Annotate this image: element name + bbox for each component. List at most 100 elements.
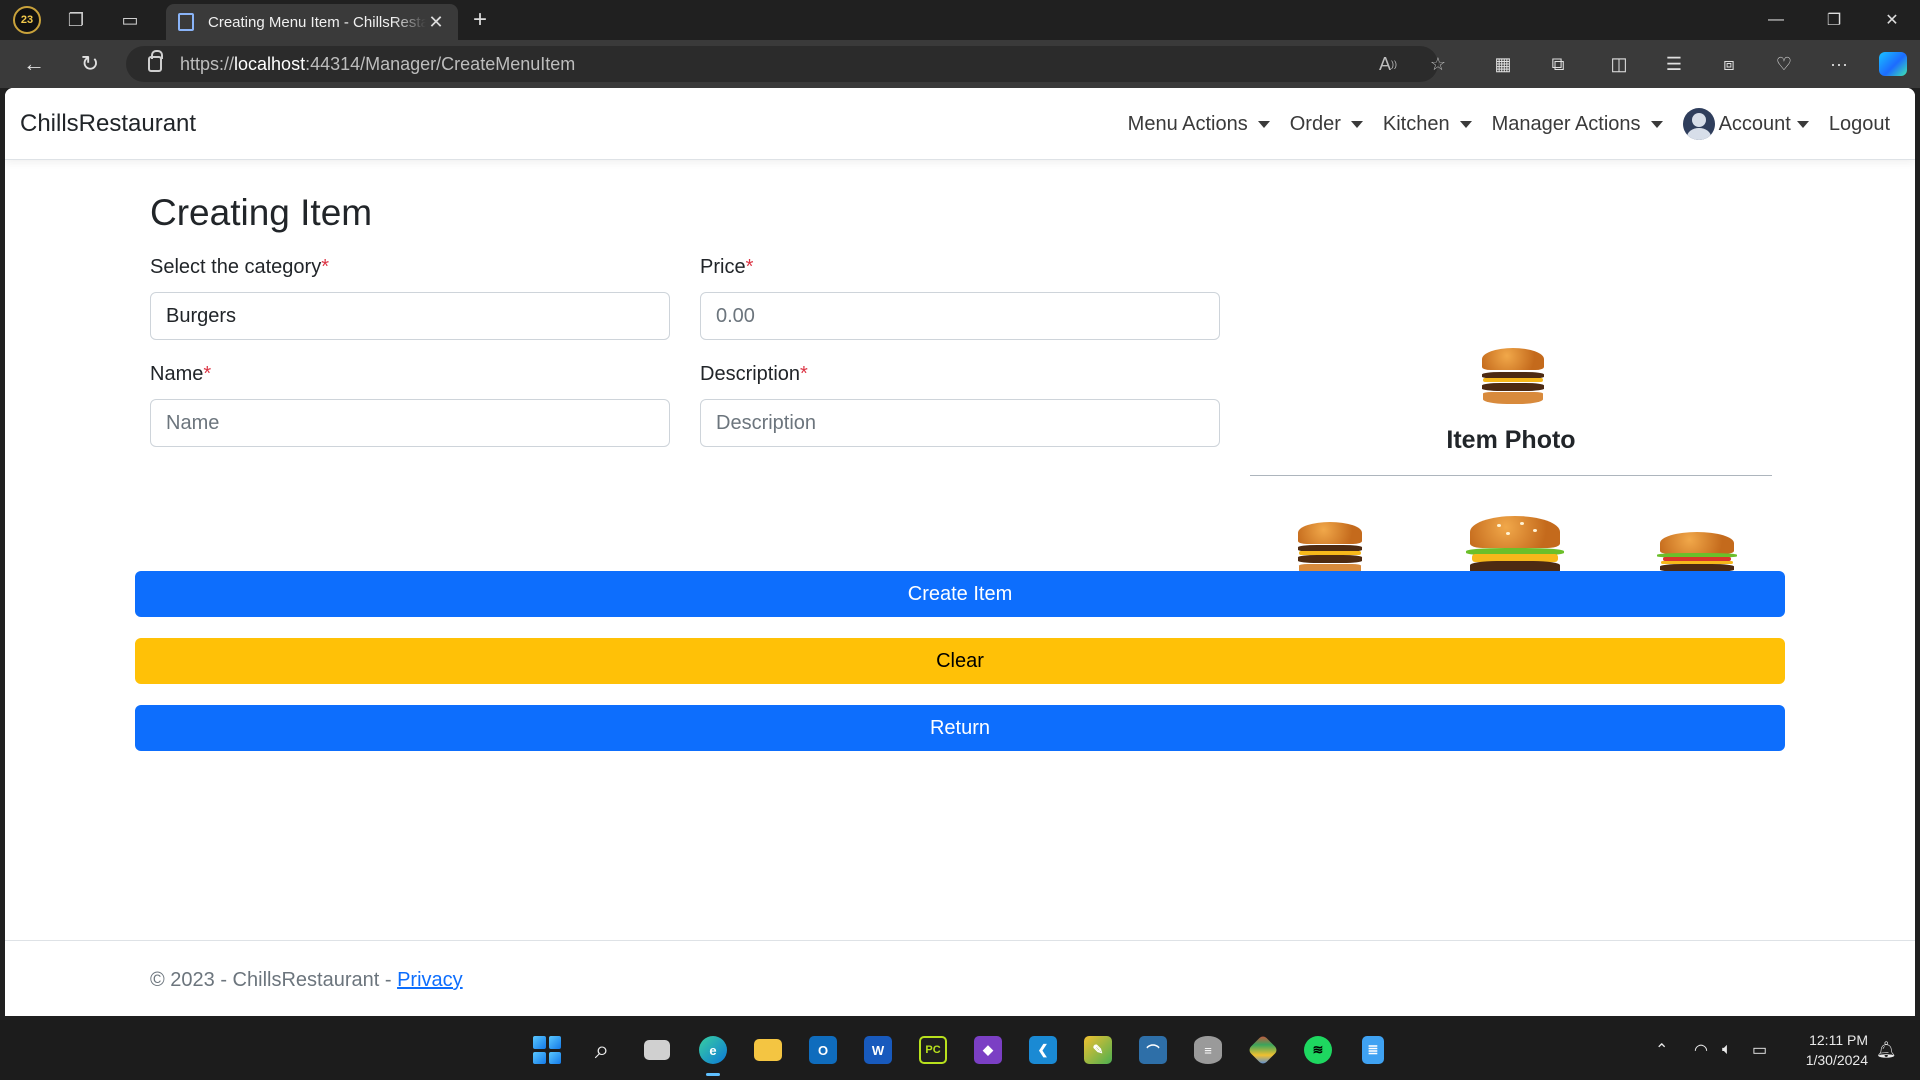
- price-label: Price*: [700, 256, 753, 279]
- page-viewport: ChillsRestaurant Menu Actions Order Kitc…: [5, 88, 1915, 1016]
- nav-menu: Menu Actions Order Kitchen Manager Actio…: [1128, 108, 1890, 140]
- lock-icon[interactable]: [148, 50, 163, 72]
- description-input[interactable]: [700, 399, 1220, 447]
- outlook-icon[interactable]: O: [803, 1030, 843, 1070]
- battery-icon[interactable]: ▭: [1752, 1020, 1767, 1080]
- word-icon[interactable]: W: [858, 1030, 898, 1070]
- file-explorer-icon[interactable]: [748, 1030, 788, 1070]
- nav-order[interactable]: Order: [1290, 113, 1363, 136]
- required-mark: *: [203, 363, 212, 385]
- price-input[interactable]: [700, 292, 1220, 340]
- database-tool-icon[interactable]: ⌒: [1133, 1030, 1173, 1070]
- nav-account[interactable]: Account: [1682, 108, 1809, 140]
- required-mark: *: [321, 256, 330, 278]
- back-icon[interactable]: ←: [20, 50, 48, 78]
- caret-down-icon: [1650, 120, 1663, 128]
- burger-photo-icon: [1482, 348, 1544, 404]
- refresh-icon[interactable]: ↻: [76, 50, 104, 78]
- collections-icon[interactable]: ⧈: [1714, 50, 1744, 78]
- nav-menu-actions[interactable]: Menu Actions: [1128, 113, 1270, 136]
- nav-label: Manager Actions: [1491, 112, 1641, 135]
- sql-server-icon[interactable]: ≡: [1188, 1030, 1228, 1070]
- git-tool-icon[interactable]: [1243, 1030, 1283, 1070]
- browser-essentials-icon[interactable]: ♡: [1769, 50, 1799, 78]
- site-navbar: ChillsRestaurant Menu Actions Order Kitc…: [5, 88, 1915, 160]
- notepad-icon[interactable]: ≣: [1353, 1030, 1393, 1070]
- category-label: Select the category*: [150, 256, 329, 279]
- privacy-link[interactable]: Privacy: [397, 969, 463, 991]
- copilot-icon[interactable]: [1878, 50, 1908, 78]
- profile-icon[interactable]: 23: [13, 6, 41, 34]
- create-item-button[interactable]: Create Item: [135, 571, 1785, 617]
- brand-link[interactable]: ChillsRestaurant: [20, 110, 196, 138]
- address-bar-row: ← ↻ https://localhost:44314/Manager/Crea…: [0, 40, 1920, 88]
- qr-code-icon[interactable]: ▦: [1488, 50, 1518, 78]
- page-title: Creating Item: [150, 192, 373, 233]
- system-clock[interactable]: 12:11 PM 1/30/2024: [1788, 1030, 1868, 1070]
- wifi-icon[interactable]: ◠: [1694, 1020, 1708, 1080]
- close-tab-icon[interactable]: ✕: [426, 12, 446, 33]
- item-photo-panel: Item Photo: [1250, 248, 1772, 608]
- profile-badge: 23: [13, 6, 41, 34]
- caret-down-icon: [1459, 120, 1472, 128]
- category-value: Burgers: [166, 304, 237, 327]
- active-tab[interactable]: Creating Menu Item - ChillsRestaurant ✕: [166, 4, 458, 40]
- required-mark: *: [800, 363, 808, 385]
- burger-photo-1[interactable]: [1298, 522, 1362, 576]
- favorites-icon[interactable]: ☰: [1659, 50, 1689, 78]
- edge-icon[interactable]: e: [693, 1030, 733, 1076]
- description-label: Description*: [700, 363, 808, 386]
- close-window-icon[interactable]: ✕: [1864, 0, 1920, 40]
- url-scheme: https://: [180, 53, 235, 74]
- url-host: localhost: [234, 53, 306, 74]
- category-select[interactable]: Burgers: [150, 292, 670, 340]
- windows-taskbar: ⌕ e O W PC ◆ ❮ ✎ ⌒ ≡ ≋ ≣ ⌃ ◠ 🔈︎ ▭ 12:11 …: [0, 1020, 1920, 1080]
- spotify-icon[interactable]: ≋: [1298, 1030, 1338, 1070]
- price-label-text: Price: [700, 256, 746, 278]
- clear-button[interactable]: Clear: [135, 638, 1785, 684]
- restore-icon[interactable]: ❐: [1806, 0, 1862, 40]
- caret-down-icon: [1350, 120, 1363, 128]
- start-icon[interactable]: [527, 1030, 567, 1070]
- footer-text: © 2023 - ChillsRestaurant - Privacy: [150, 969, 463, 992]
- extensions-icon[interactable]: ⧉: [1543, 50, 1573, 78]
- tray-overflow-icon[interactable]: ⌃: [1655, 1020, 1668, 1080]
- nav-manager-actions[interactable]: Manager Actions: [1492, 113, 1663, 136]
- search-icon[interactable]: ⌕: [582, 1030, 622, 1070]
- tab-title: Creating Menu Item - ChillsRestaurant: [208, 13, 426, 31]
- address-bar[interactable]: https://localhost:44314/Manager/CreateMe…: [126, 46, 1438, 82]
- favorite-star-icon[interactable]: ☆: [1424, 50, 1452, 78]
- name-input[interactable]: [150, 399, 670, 447]
- pycharm-icon[interactable]: PC: [913, 1030, 953, 1070]
- page-footer: © 2023 - ChillsRestaurant - Privacy: [5, 940, 1915, 1016]
- nav-label: Menu Actions: [1127, 112, 1248, 135]
- minimize-icon[interactable]: —: [1748, 0, 1804, 40]
- browser-tab-bar: 23 ❐ ▭ Creating Menu Item - ChillsRestau…: [0, 0, 1920, 40]
- nav-label: Account: [1718, 112, 1791, 135]
- visual-studio-icon[interactable]: ◆: [968, 1030, 1008, 1070]
- nav-label: Kitchen: [1382, 112, 1450, 135]
- caret-down-icon: [1796, 120, 1809, 128]
- description-label-text: Description: [700, 363, 801, 385]
- nav-logout[interactable]: Logout: [1829, 113, 1890, 136]
- avatar-icon: [1682, 108, 1715, 140]
- nav-kitchen[interactable]: Kitchen: [1383, 113, 1472, 136]
- volume-icon[interactable]: 🔈︎: [1722, 1020, 1732, 1080]
- read-aloud-icon[interactable]: A)): [1374, 50, 1402, 78]
- divider: [1250, 475, 1772, 476]
- more-options-icon[interactable]: ···: [1824, 50, 1854, 78]
- vertical-tabs-icon[interactable]: ▭: [116, 6, 144, 34]
- vscode-icon[interactable]: ❮: [1023, 1030, 1063, 1070]
- paint-tool-icon[interactable]: ✎: [1078, 1030, 1118, 1070]
- task-view-icon[interactable]: [637, 1030, 677, 1070]
- workspaces-icon[interactable]: ❐: [62, 6, 90, 34]
- split-screen-icon[interactable]: ◫: [1604, 50, 1634, 78]
- required-mark: *: [745, 256, 754, 278]
- notifications-bell-icon[interactable]: 🔔︎: [1876, 1020, 1896, 1080]
- clock-date: 1/30/2024: [1805, 1052, 1868, 1068]
- category-label-text: Select the category: [150, 256, 322, 278]
- clock-time: 12:11 PM: [1809, 1032, 1868, 1048]
- caret-down-icon: [1257, 120, 1270, 128]
- return-button[interactable]: Return: [135, 705, 1785, 751]
- new-tab-icon[interactable]: +: [466, 6, 494, 34]
